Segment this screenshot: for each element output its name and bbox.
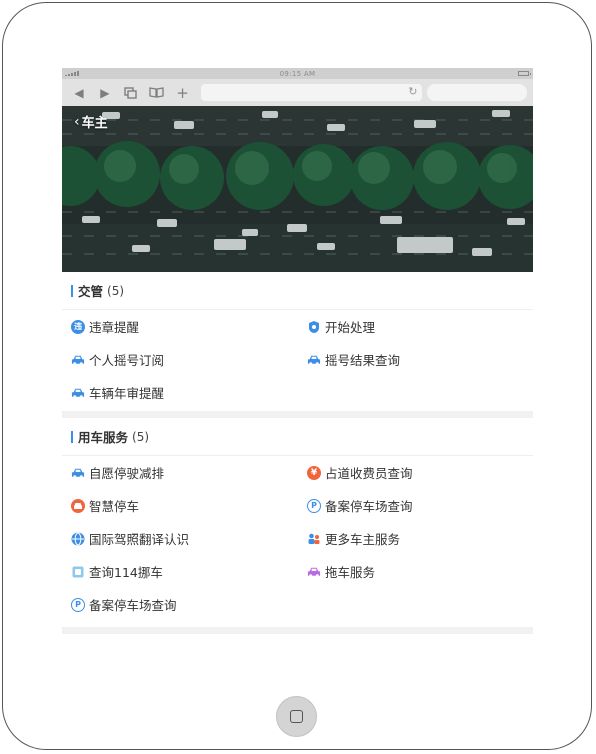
service-label: 国际驾照翻译认识 [89,532,190,547]
section-divider [62,627,533,634]
service-item-violation-reminder[interactable]: 违 违章提醒 [62,310,298,343]
status-time: 09:15 AM [279,69,316,78]
globe-icon [71,532,85,546]
service-item-annual-inspection[interactable]: 车辆年审提醒 [62,376,298,409]
forward-arrow-icon[interactable]: ▶ [94,83,116,103]
service-item-registered-parking-2[interactable]: P 备案停车场查询 [62,588,298,621]
process-icon [307,320,321,334]
section-header-car-services: 用车服务 (5) [62,418,533,456]
car-icon [71,353,85,367]
service-item-toll-collector[interactable]: ¥ 占道收费员查询 [298,456,533,489]
parking-icon: P [71,597,85,612]
service-item-more-services[interactable]: 更多车主服务 [298,522,533,555]
phone-icon [71,565,85,579]
service-label: 开始处理 [325,320,376,335]
tow-car-icon [307,565,321,579]
battery-icon [518,71,531,76]
service-label: 拖车服务 [325,565,376,580]
home-button[interactable] [276,696,317,737]
service-label: 智慧停车 [89,499,140,514]
car-icon [307,353,321,367]
search-bar[interactable] [427,84,527,101]
service-item-start-processing[interactable]: 开始处理 [298,310,533,343]
section-header-traffic: 交管 (5) [62,272,533,310]
car-icon [71,466,85,480]
section-marker [71,430,73,443]
browser-toolbar: ◀ ▶ + ↻ [62,79,533,106]
service-label: 查询114挪车 [89,565,163,580]
service-label: 占道收费员查询 [325,466,413,481]
bookmarks-icon[interactable] [146,83,168,103]
service-item-towing[interactable]: 拖车服务 [298,555,533,588]
service-label: 摇号结果查询 [325,353,401,368]
service-label: 备案停车场查询 [325,499,413,514]
reload-icon[interactable]: ↻ [408,85,417,98]
section-marker [71,284,73,297]
section-count: (5) [107,283,125,298]
service-label: 自愿停驶减排 [89,466,165,481]
service-label: 违章提醒 [89,320,140,335]
hero-banner: ‹ 车主 [62,106,533,272]
car-icon [71,386,85,400]
highway-aerial-image [62,106,533,272]
service-item-license-translation[interactable]: 国际驾照翻译认识 [62,522,298,555]
page-title: 车主 [81,116,108,131]
back-button[interactable]: ‹ 车主 [74,112,108,132]
signal-icon [65,71,79,76]
yen-icon: ¥ [307,465,321,480]
people-icon [307,532,321,546]
service-item-move-car[interactable]: 查询114挪车 [62,555,298,588]
status-bar: 09:15 AM [62,68,533,79]
service-item-smart-parking[interactable]: 智慧停车 [62,489,298,522]
service-item-registered-parking[interactable]: P 备案停车场查询 [298,489,533,522]
new-tab-icon[interactable]: + [172,83,194,103]
url-bar[interactable]: ↻ [201,84,423,101]
service-item-lottery-result[interactable]: 摇号结果查询 [298,343,533,376]
parking-icon: P [307,498,321,513]
home-square-icon [290,710,303,723]
smart-parking-icon [71,498,85,513]
section-divider [62,411,533,418]
service-label: 车辆年审提醒 [89,386,165,401]
tabs-icon[interactable] [120,83,142,103]
section-title: 交管 [78,284,104,299]
car-services-grid: 自愿停驶减排 ¥ 占道收费员查询 智慧停车 P 备案停车场查询 国际驾照翻译认识 [62,456,533,621]
service-label: 备案停车场查询 [89,598,177,613]
service-label: 个人摇号订阅 [89,353,165,368]
traffic-services-grid: 违 违章提醒 开始处理 个人摇号订阅 摇号结果查询 车辆年审提醒 [62,310,533,409]
service-item-voluntary-stop[interactable]: 自愿停驶减排 [62,456,298,489]
screen: 09:15 AM ◀ ▶ + ↻ ‹ 车主 交管 (5) 违 违章提醒 开始处理… [62,68,533,634]
service-item-lottery-subscription[interactable]: 个人摇号订阅 [62,343,298,376]
service-label: 更多车主服务 [325,532,401,547]
back-arrow-icon[interactable]: ◀ [68,83,90,103]
section-count: (5) [132,429,150,444]
violation-icon: 违 [71,319,85,334]
chevron-left-icon: ‹ [74,113,80,130]
section-title: 用车服务 [78,430,129,445]
